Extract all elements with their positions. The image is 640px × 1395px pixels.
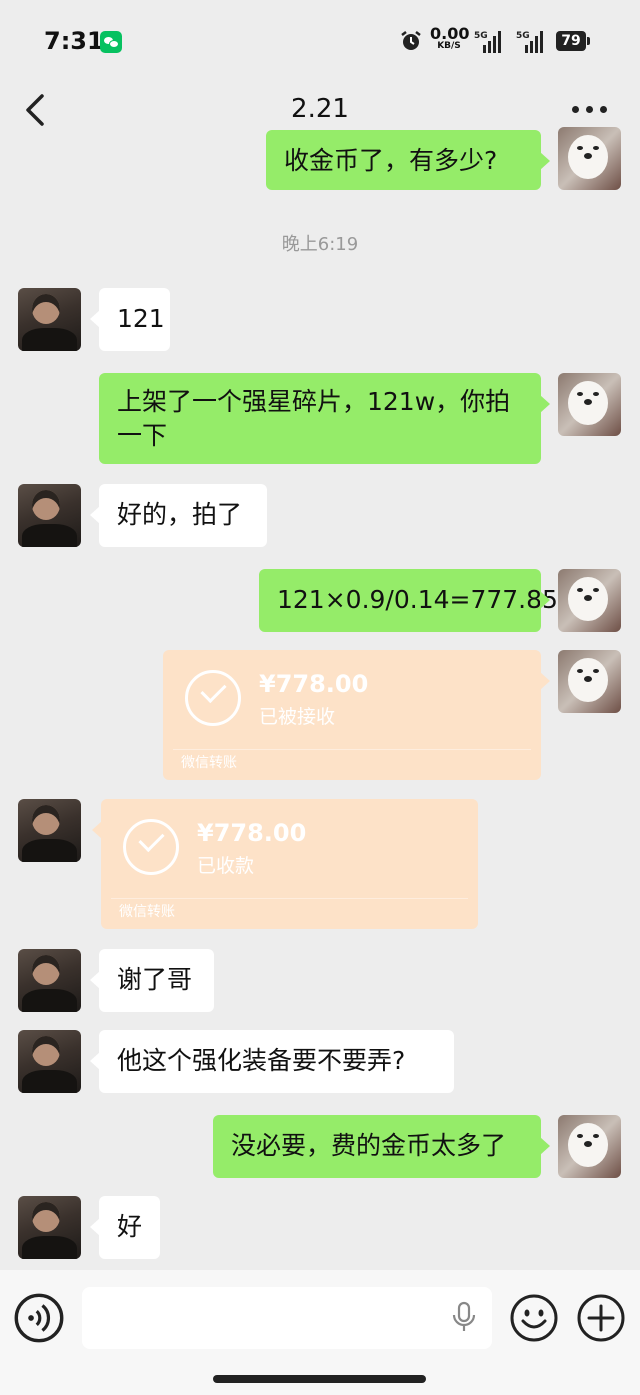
transfer-amount: ¥778.00 — [259, 670, 369, 698]
message-bubble-incoming[interactable]: 他这个强化装备要不要弄? — [90, 1030, 454, 1093]
chat-title: 2.21 — [291, 94, 349, 124]
message-text: 121×0.9/0.14=777.85 — [277, 585, 558, 614]
message-input[interactable] — [82, 1287, 492, 1349]
battery-indicator: 79 — [556, 31, 590, 51]
wechat-notification-icon — [100, 31, 122, 53]
transfer-amount: ¥778.00 — [197, 819, 307, 847]
my-avatar[interactable] — [558, 1115, 621, 1178]
status-bar: 7:31 0.00 KB/S 5G 5G 79 — [0, 0, 640, 84]
message-bubble-incoming[interactable]: 好 — [90, 1196, 160, 1259]
message-bubble-outgoing[interactable]: 121×0.9/0.14=777.85 — [259, 569, 558, 632]
voice-toggle-icon[interactable] — [14, 1293, 64, 1343]
signal-icon-sim1: 5G — [474, 31, 501, 53]
transfer-divider — [173, 749, 531, 750]
chat-header: 2.21 — [0, 84, 640, 136]
friend-avatar[interactable] — [18, 288, 81, 351]
net-speed: 0.00 KB/S — [430, 24, 470, 51]
signal-icon-sim2: 5G — [516, 31, 543, 53]
net-speed-unit: KB/S — [437, 41, 461, 51]
message-bubble-outgoing[interactable]: 上架了一个强星碎片，121w，你拍一下 — [99, 373, 550, 464]
net-speed-value: 0.00 — [430, 24, 470, 43]
message-text: 好的，拍了 — [117, 500, 243, 529]
message-bubble-incoming[interactable]: 121 — [90, 288, 170, 351]
message-bubble-incoming[interactable]: 谢了哥 — [90, 949, 214, 1012]
sim2-label: 5G — [516, 31, 530, 41]
check-circle-icon — [185, 670, 241, 726]
timestamp: 晚上6:19 — [281, 234, 359, 255]
more-dots-icon[interactable] — [572, 106, 608, 114]
message-bubble-outgoing[interactable]: 收金币了，有多少? — [266, 130, 550, 190]
friend-avatar[interactable] — [18, 949, 81, 1012]
friend-avatar[interactable] — [18, 799, 81, 862]
transfer-card-incoming[interactable]: ¥778.00 已收款 微信转账 — [92, 799, 478, 929]
message-text: 上架了一个强星碎片，121w，你拍一下 — [117, 387, 511, 450]
microphone-icon[interactable] — [451, 1301, 477, 1333]
transfer-divider — [111, 898, 468, 899]
my-avatar[interactable] — [558, 373, 621, 436]
message-text: 谢了哥 — [117, 965, 193, 994]
check-circle-icon — [123, 819, 179, 875]
transfer-card-outgoing[interactable]: ¥778.00 已被接收 微信转账 — [163, 650, 550, 780]
message-text: 没必要，费的金币太多了 — [231, 1131, 507, 1160]
plus-icon[interactable] — [576, 1293, 626, 1343]
message-bubble-incoming[interactable]: 好的，拍了 — [90, 484, 267, 547]
home-indicator[interactable] — [213, 1375, 426, 1383]
transfer-footer: 微信转账 — [181, 755, 237, 771]
my-avatar[interactable] — [558, 650, 621, 713]
my-avatar[interactable] — [558, 569, 621, 632]
message-text: 收金币了，有多少? — [284, 146, 498, 175]
transfer-status: 已收款 — [197, 855, 255, 877]
status-time: 7:31 — [44, 27, 104, 55]
emoji-icon[interactable] — [509, 1293, 559, 1343]
message-text: 好 — [117, 1212, 143, 1241]
friend-avatar[interactable] — [18, 484, 81, 547]
my-avatar[interactable] — [558, 127, 621, 190]
message-text: 121 — [117, 304, 165, 333]
message-bubble-outgoing[interactable]: 没必要，费的金币太多了 — [213, 1115, 550, 1178]
friend-avatar[interactable] — [18, 1196, 81, 1259]
transfer-status: 已被接收 — [259, 706, 336, 728]
transfer-footer: 微信转账 — [119, 904, 175, 920]
alarm-icon — [401, 31, 421, 50]
friend-avatar[interactable] — [18, 1030, 81, 1093]
sim1-label: 5G — [474, 31, 488, 41]
message-text: 他这个强化装备要不要弄? — [117, 1046, 406, 1075]
